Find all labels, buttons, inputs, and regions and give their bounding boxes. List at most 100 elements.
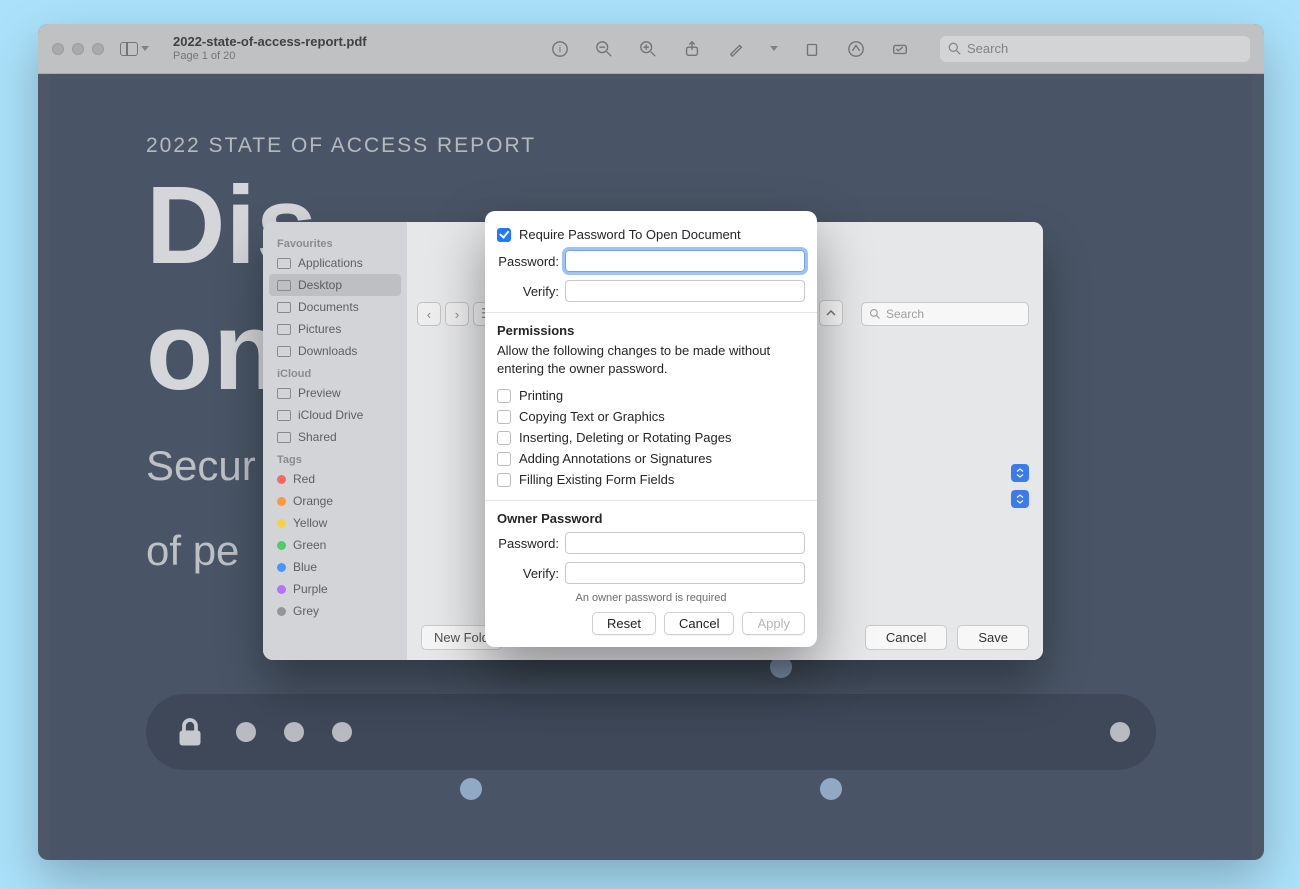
owner-verify-field[interactable] bbox=[565, 562, 805, 584]
lock-icon bbox=[172, 714, 208, 750]
toolbar-search[interactable]: Search bbox=[940, 36, 1250, 62]
owner-password-label: Password: bbox=[497, 536, 559, 551]
sidebar-tag-grey[interactable]: Grey bbox=[269, 600, 401, 622]
tag-color-icon bbox=[277, 497, 286, 506]
sidebar-item-documents[interactable]: Documents bbox=[269, 296, 401, 318]
format-select[interactable] bbox=[1011, 464, 1029, 482]
save-confirm-button[interactable]: Save bbox=[957, 625, 1029, 650]
permission-label: Printing bbox=[519, 388, 563, 403]
close-window-icon[interactable] bbox=[52, 43, 64, 55]
chevron-down-icon bbox=[141, 46, 149, 51]
sidebar-item-desktop[interactable]: Desktop bbox=[269, 274, 401, 296]
rotate-icon[interactable] bbox=[802, 39, 822, 59]
sidebar-tag-red[interactable]: Red bbox=[269, 468, 401, 490]
sidebar-group-favourites: Favourites bbox=[269, 232, 401, 252]
sidebar-tag-blue[interactable]: Blue bbox=[269, 556, 401, 578]
quartz-select[interactable] bbox=[1011, 490, 1029, 508]
form-icon[interactable] bbox=[890, 39, 910, 59]
title-block: 2022-state-of-access-report.pdf Page 1 o… bbox=[173, 34, 367, 63]
sidebar-item-icloud-drive[interactable]: iCloud Drive bbox=[269, 404, 401, 426]
reset-button[interactable]: Reset bbox=[592, 612, 656, 635]
accent-dot bbox=[820, 778, 842, 800]
sidebar-item-preview[interactable]: Preview bbox=[269, 382, 401, 404]
permissions-desc: Allow the following changes to be made w… bbox=[497, 342, 805, 377]
sidebar-item-label: iCloud Drive bbox=[298, 408, 363, 422]
apply-button[interactable]: Apply bbox=[742, 612, 805, 635]
tag-color-icon bbox=[277, 541, 286, 550]
require-password-row: Require Password To Open Document bbox=[497, 227, 805, 242]
owner-password-field[interactable] bbox=[565, 532, 805, 554]
sidebar-toggle[interactable] bbox=[116, 38, 153, 60]
tag-color-icon bbox=[277, 563, 286, 572]
folder-icon bbox=[277, 410, 291, 421]
cancel-button[interactable]: Cancel bbox=[664, 612, 734, 635]
highlight-icon[interactable] bbox=[726, 39, 746, 59]
folder-icon bbox=[277, 258, 291, 269]
footer-dot bbox=[332, 722, 352, 742]
sidebar-item-downloads[interactable]: Downloads bbox=[269, 340, 401, 362]
footer-dot bbox=[1110, 722, 1130, 742]
sidebar-group-tags: Tags bbox=[269, 448, 401, 468]
permission-label: Filling Existing Form Fields bbox=[519, 472, 674, 487]
permission-row: Filling Existing Form Fields bbox=[497, 469, 805, 490]
search-placeholder: Search bbox=[967, 41, 1008, 56]
permissions-title: Permissions bbox=[497, 323, 805, 338]
sidebar-item-label: Green bbox=[293, 538, 326, 552]
permission-label: Copying Text or Graphics bbox=[519, 409, 665, 424]
sidebar-tag-green[interactable]: Green bbox=[269, 534, 401, 556]
open-verify-field[interactable] bbox=[565, 280, 805, 302]
permission-checkbox[interactable] bbox=[497, 473, 511, 487]
save-search[interactable]: Search bbox=[861, 302, 1029, 326]
zoom-out-icon[interactable] bbox=[594, 39, 614, 59]
require-password-checkbox[interactable] bbox=[497, 228, 511, 242]
sidebar-item-label: Red bbox=[293, 472, 315, 486]
sidebar-item-label: Yellow bbox=[293, 516, 327, 530]
chevron-down-icon[interactable] bbox=[770, 46, 778, 51]
page-info: Page 1 of 20 bbox=[173, 50, 367, 63]
sidebar-item-label: Grey bbox=[293, 604, 319, 618]
permission-checkbox[interactable] bbox=[497, 389, 511, 403]
markup-icon[interactable] bbox=[846, 39, 866, 59]
sidebar-tag-purple[interactable]: Purple bbox=[269, 578, 401, 600]
permission-row: Inserting, Deleting or Rotating Pages bbox=[497, 427, 805, 448]
save-cancel-button[interactable]: Cancel bbox=[865, 625, 947, 650]
accent-dot bbox=[460, 778, 482, 800]
permission-checkbox[interactable] bbox=[497, 410, 511, 424]
permission-row: Printing bbox=[497, 385, 805, 406]
nav-forward-button[interactable]: › bbox=[445, 302, 469, 326]
sidebar-item-pictures[interactable]: Pictures bbox=[269, 318, 401, 340]
document-title: 2022-state-of-access-report.pdf bbox=[173, 34, 367, 50]
sidebar-tag-orange[interactable]: Orange bbox=[269, 490, 401, 512]
sidebar-item-shared[interactable]: Shared bbox=[269, 426, 401, 448]
footer-dot bbox=[284, 722, 304, 742]
zoom-in-icon[interactable] bbox=[638, 39, 658, 59]
minimize-window-icon[interactable] bbox=[72, 43, 84, 55]
save-search-placeholder: Search bbox=[886, 307, 924, 321]
info-icon[interactable]: i bbox=[550, 39, 570, 59]
document-footer-strip bbox=[146, 694, 1156, 770]
sidebar-item-applications[interactable]: Applications bbox=[269, 252, 401, 274]
open-password-field[interactable] bbox=[565, 250, 805, 272]
sidebar-item-label: Pictures bbox=[298, 322, 341, 336]
sidebar-item-label: Blue bbox=[293, 560, 317, 574]
zoom-window-icon[interactable] bbox=[92, 43, 104, 55]
permission-label: Inserting, Deleting or Rotating Pages bbox=[519, 430, 731, 445]
titlebar: 2022-state-of-access-report.pdf Page 1 o… bbox=[38, 24, 1264, 74]
nav-collapse-button[interactable] bbox=[819, 300, 843, 326]
share-icon[interactable] bbox=[682, 39, 702, 59]
toolbar-icons: i bbox=[550, 39, 910, 59]
search-icon bbox=[948, 42, 961, 55]
require-password-label: Require Password To Open Document bbox=[519, 227, 741, 242]
owner-password-title: Owner Password bbox=[497, 511, 805, 526]
sidebar-icon bbox=[120, 42, 138, 56]
svg-text:i: i bbox=[559, 44, 561, 55]
nav-back-button[interactable]: ‹ bbox=[417, 302, 441, 326]
owner-password-note: An owner password is required bbox=[497, 592, 805, 604]
permission-checkbox[interactable] bbox=[497, 431, 511, 445]
sidebar-item-label: Purple bbox=[293, 582, 328, 596]
folder-icon bbox=[277, 302, 291, 313]
sidebar-tag-yellow[interactable]: Yellow bbox=[269, 512, 401, 534]
sidebar-item-label: Shared bbox=[298, 430, 337, 444]
permission-checkbox[interactable] bbox=[497, 452, 511, 466]
folder-icon bbox=[277, 280, 291, 291]
